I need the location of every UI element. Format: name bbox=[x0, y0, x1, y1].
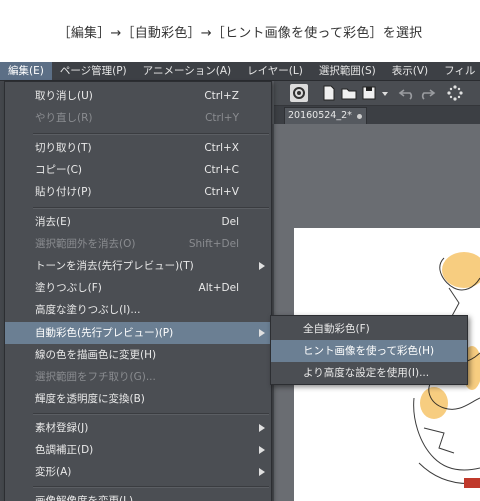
menu-item-undo[interactable]: 取り消し(U) Ctrl+Z bbox=[5, 85, 271, 107]
canvas-area bbox=[274, 124, 480, 501]
menu-item-paste[interactable]: 貼り付け(P) Ctrl+V bbox=[5, 181, 271, 203]
menu-item-clear-outside[interactable]: 選択範囲外を消去(O) Shift+Del bbox=[5, 233, 271, 255]
edit-menu: 取り消し(U) Ctrl+Z やり直し(R) Ctrl+Y 切り取り(T) Ct… bbox=[4, 81, 272, 501]
undo-icon[interactable] bbox=[398, 84, 416, 102]
menu-separator bbox=[33, 486, 269, 488]
menu-item-redo[interactable]: やり直し(R) Ctrl+Y bbox=[5, 107, 271, 129]
menu-item-border-selection[interactable]: 選択範囲をフチ取り(G)... bbox=[5, 366, 271, 388]
submenu-arrow-icon bbox=[259, 424, 265, 432]
menu-item-tonal-correction[interactable]: 色調補正(D) bbox=[5, 439, 271, 461]
submenu-arrow-icon bbox=[259, 468, 265, 476]
menu-item-transform[interactable]: 変形(A) bbox=[5, 461, 271, 483]
menu-separator bbox=[33, 133, 269, 135]
submenu-arrow-icon bbox=[259, 262, 265, 270]
menu-separator bbox=[33, 413, 269, 415]
menu-item-auto-color[interactable]: 自動彩色(先行プレビュー)(P) bbox=[5, 322, 271, 344]
menu-separator bbox=[33, 207, 269, 209]
modified-dot-icon bbox=[357, 114, 362, 119]
loading-dots-icon[interactable] bbox=[446, 84, 464, 102]
open-folder-icon[interactable] bbox=[340, 84, 358, 102]
command-bar bbox=[274, 81, 480, 106]
save-icon[interactable] bbox=[360, 84, 378, 102]
app-screenshot: 編集(E) ページ管理(P) アニメーション(A) レイヤー(L) 選択範囲(S… bbox=[0, 62, 480, 501]
menu-bar: 編集(E) ページ管理(P) アニメーション(A) レイヤー(L) 選択範囲(S… bbox=[0, 62, 480, 81]
redo-icon[interactable] bbox=[418, 84, 436, 102]
menu-item-copy[interactable]: コピー(C) Ctrl+C bbox=[5, 159, 271, 181]
save-dropdown-icon[interactable] bbox=[380, 84, 390, 102]
menu-animation[interactable]: アニメーション(A) bbox=[135, 62, 239, 80]
submenu-item-full-auto[interactable]: 全自動彩色(F) bbox=[271, 318, 467, 340]
menu-view[interactable]: 表示(V) bbox=[384, 62, 436, 80]
submenu-arrow-icon bbox=[259, 329, 265, 337]
new-file-icon[interactable] bbox=[320, 84, 338, 102]
menu-item-cut[interactable]: 切り取り(T) Ctrl+X bbox=[5, 137, 271, 159]
menu-item-clear[interactable]: 消去(E) Del bbox=[5, 211, 271, 233]
app-logo-icon[interactable] bbox=[290, 84, 308, 102]
menu-edit[interactable]: 編集(E) bbox=[0, 62, 52, 80]
document-tab[interactable]: 20160524_2* bbox=[284, 107, 367, 124]
menu-item-luminance-to-opacity[interactable]: 輝度を透明度に変換(B) bbox=[5, 388, 271, 410]
instruction-caption: ［編集］→［自動彩色］→［ヒント画像を使って彩色］を選択 bbox=[57, 25, 423, 41]
menu-item-change-resolution[interactable]: 画像解像度を変更(L)... bbox=[5, 490, 271, 501]
menu-item-advanced-fill[interactable]: 高度な塗りつぶし(I)... bbox=[5, 299, 271, 321]
submenu-arrow-icon bbox=[259, 446, 265, 454]
auto-color-submenu: 全自動彩色(F) ヒント画像を使って彩色(H) より高度な設定を使用(I)... bbox=[270, 315, 468, 385]
submenu-item-advanced-settings[interactable]: より高度な設定を使用(I)... bbox=[271, 362, 467, 384]
document-tab-bar: 20160524_2* bbox=[274, 106, 480, 124]
document-tab-title: 20160524_2* bbox=[288, 110, 352, 121]
menu-item-fill[interactable]: 塗りつぶし(F) Alt+Del bbox=[5, 277, 271, 299]
menu-item-clear-tone[interactable]: トーンを消去(先行プレビュー)(T) bbox=[5, 255, 271, 277]
menu-item-register-material[interactable]: 素材登録(J) bbox=[5, 417, 271, 439]
menu-page[interactable]: ページ管理(P) bbox=[52, 62, 135, 80]
menu-layer[interactable]: レイヤー(L) bbox=[239, 62, 311, 80]
menu-filter[interactable]: フィル bbox=[436, 62, 480, 80]
submenu-item-hint-image[interactable]: ヒント画像を使って彩色(H) bbox=[271, 340, 467, 362]
menu-selection[interactable]: 選択範囲(S) bbox=[311, 62, 384, 80]
menu-item-change-line-color[interactable]: 線の色を描画色に変更(H) bbox=[5, 344, 271, 366]
